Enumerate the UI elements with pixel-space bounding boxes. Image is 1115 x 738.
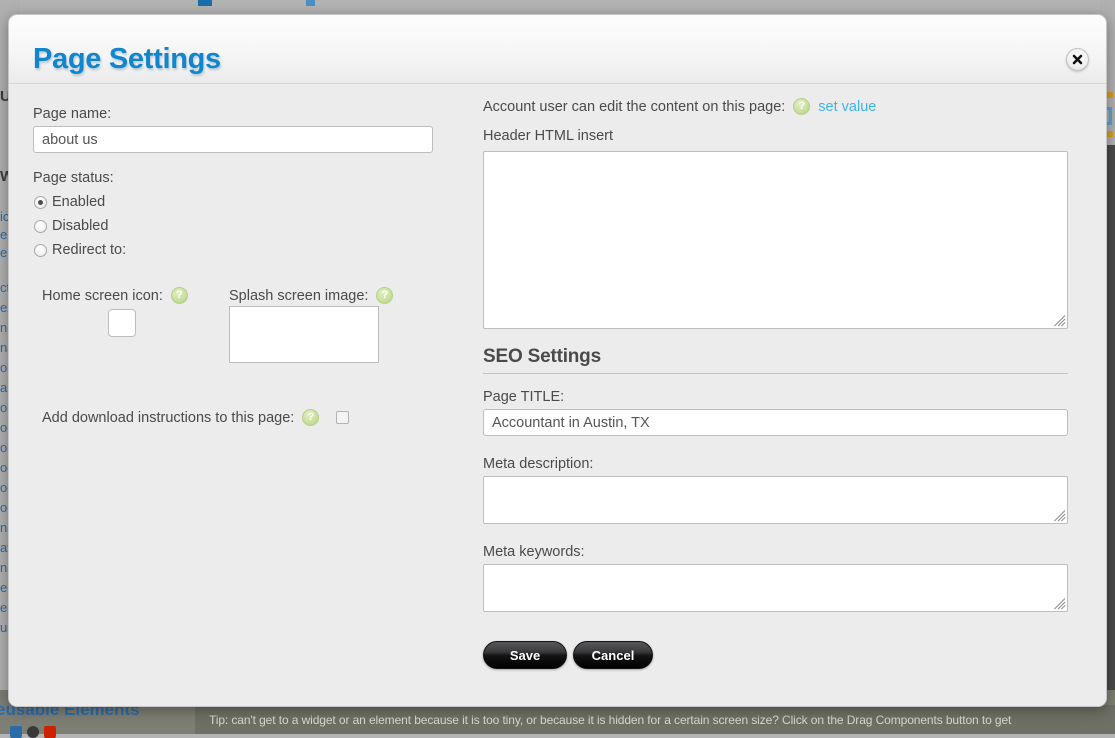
account-user-row: Account user can edit the content on thi… — [483, 98, 876, 115]
left-column: Page name: Page status: Enabled Disabled… — [9, 84, 469, 706]
meta-description-textarea[interactable] — [483, 476, 1068, 524]
background-fragment-4: e — [0, 245, 8, 260]
help-icon-home-screen[interactable]: ? — [170, 287, 188, 304]
header-html-label: Header HTML insert — [483, 128, 614, 144]
youtube-icon[interactable] — [44, 726, 56, 738]
page-settings-dialog: Page Settings Page name: Page status: En… — [8, 14, 1107, 707]
background-fragment-3: e — [0, 227, 8, 242]
page-status-label: Page status: — [33, 170, 114, 186]
seo-section-divider — [483, 373, 1068, 374]
tip-bar: Tip: can't get to a widget or an element… — [195, 705, 1115, 734]
download-instructions-checkbox[interactable] — [336, 411, 349, 424]
header-html-textarea[interactable] — [483, 151, 1068, 329]
set-value-link[interactable]: set value — [818, 99, 876, 115]
background-top-accent-1 — [198, 0, 212, 6]
radio-redirect-dot[interactable] — [34, 243, 47, 257]
save-button[interactable]: Save — [483, 641, 567, 669]
splash-screen-upload-box[interactable] — [229, 306, 379, 363]
tip-bar-text: Tip: can't get to a widget or an element… — [209, 712, 1012, 727]
facebook-icon[interactable] — [10, 726, 22, 738]
radio-option-disabled[interactable]: Disabled — [34, 218, 108, 234]
account-user-label: Account user can edit the content on thi… — [483, 98, 786, 115]
dialog-titlebar: Page Settings — [9, 15, 1106, 84]
meta-description-area-wrap — [483, 476, 1068, 524]
radio-enabled-label: Enabled — [52, 194, 106, 210]
page-title: Page Settings — [33, 43, 221, 75]
radio-disabled-label: Disabled — [52, 218, 109, 234]
page-title-input[interactable] — [483, 409, 1068, 436]
home-screen-icon-row: Home screen icon: ? — [42, 287, 188, 304]
meta-keywords-textarea[interactable] — [483, 564, 1068, 612]
radio-option-enabled[interactable]: Enabled — [34, 194, 105, 210]
radio-redirect-label: Redirect to: — [52, 242, 127, 258]
close-icon[interactable] — [1066, 48, 1089, 71]
splash-screen-row: Splash screen image: ? — [229, 287, 394, 304]
cancel-button[interactable]: Cancel — [573, 641, 653, 669]
meta-keywords-area-wrap — [483, 564, 1068, 612]
dialog-body: Page name: Page status: Enabled Disabled… — [9, 84, 1106, 706]
meta-keywords-label: Meta keywords: — [483, 544, 585, 560]
page-title-label: Page TITLE: — [483, 389, 565, 405]
seo-section-title: SEO Settings — [483, 346, 601, 367]
home-screen-icon-label: Home screen icon: — [42, 287, 163, 304]
splash-screen-label: Splash screen image: — [229, 287, 369, 304]
help-icon-download-instructions[interactable]: ? — [302, 409, 320, 426]
page-name-label: Page name: — [33, 106, 112, 122]
help-icon-splash-screen[interactable]: ? — [376, 287, 394, 304]
download-instructions-label: Add download instructions to this page: — [42, 409, 295, 426]
help-icon-account-user[interactable]: ? — [793, 98, 811, 115]
header-html-area-wrap — [483, 151, 1068, 329]
background-top-accent-2 — [306, 0, 315, 6]
radio-enabled-dot[interactable] — [34, 195, 47, 209]
radio-option-redirect[interactable]: Redirect to: — [34, 242, 126, 258]
page-name-input[interactable] — [33, 126, 433, 153]
radio-disabled-dot[interactable] — [34, 219, 47, 233]
twitter-icon[interactable] — [27, 726, 39, 738]
right-column: Account user can edit the content on thi… — [469, 84, 1106, 706]
home-screen-icon-upload-box[interactable] — [108, 309, 136, 337]
social-icons-row — [10, 726, 56, 738]
download-instructions-row: Add download instructions to this page: … — [42, 409, 320, 426]
meta-description-label: Meta description: — [483, 456, 594, 472]
